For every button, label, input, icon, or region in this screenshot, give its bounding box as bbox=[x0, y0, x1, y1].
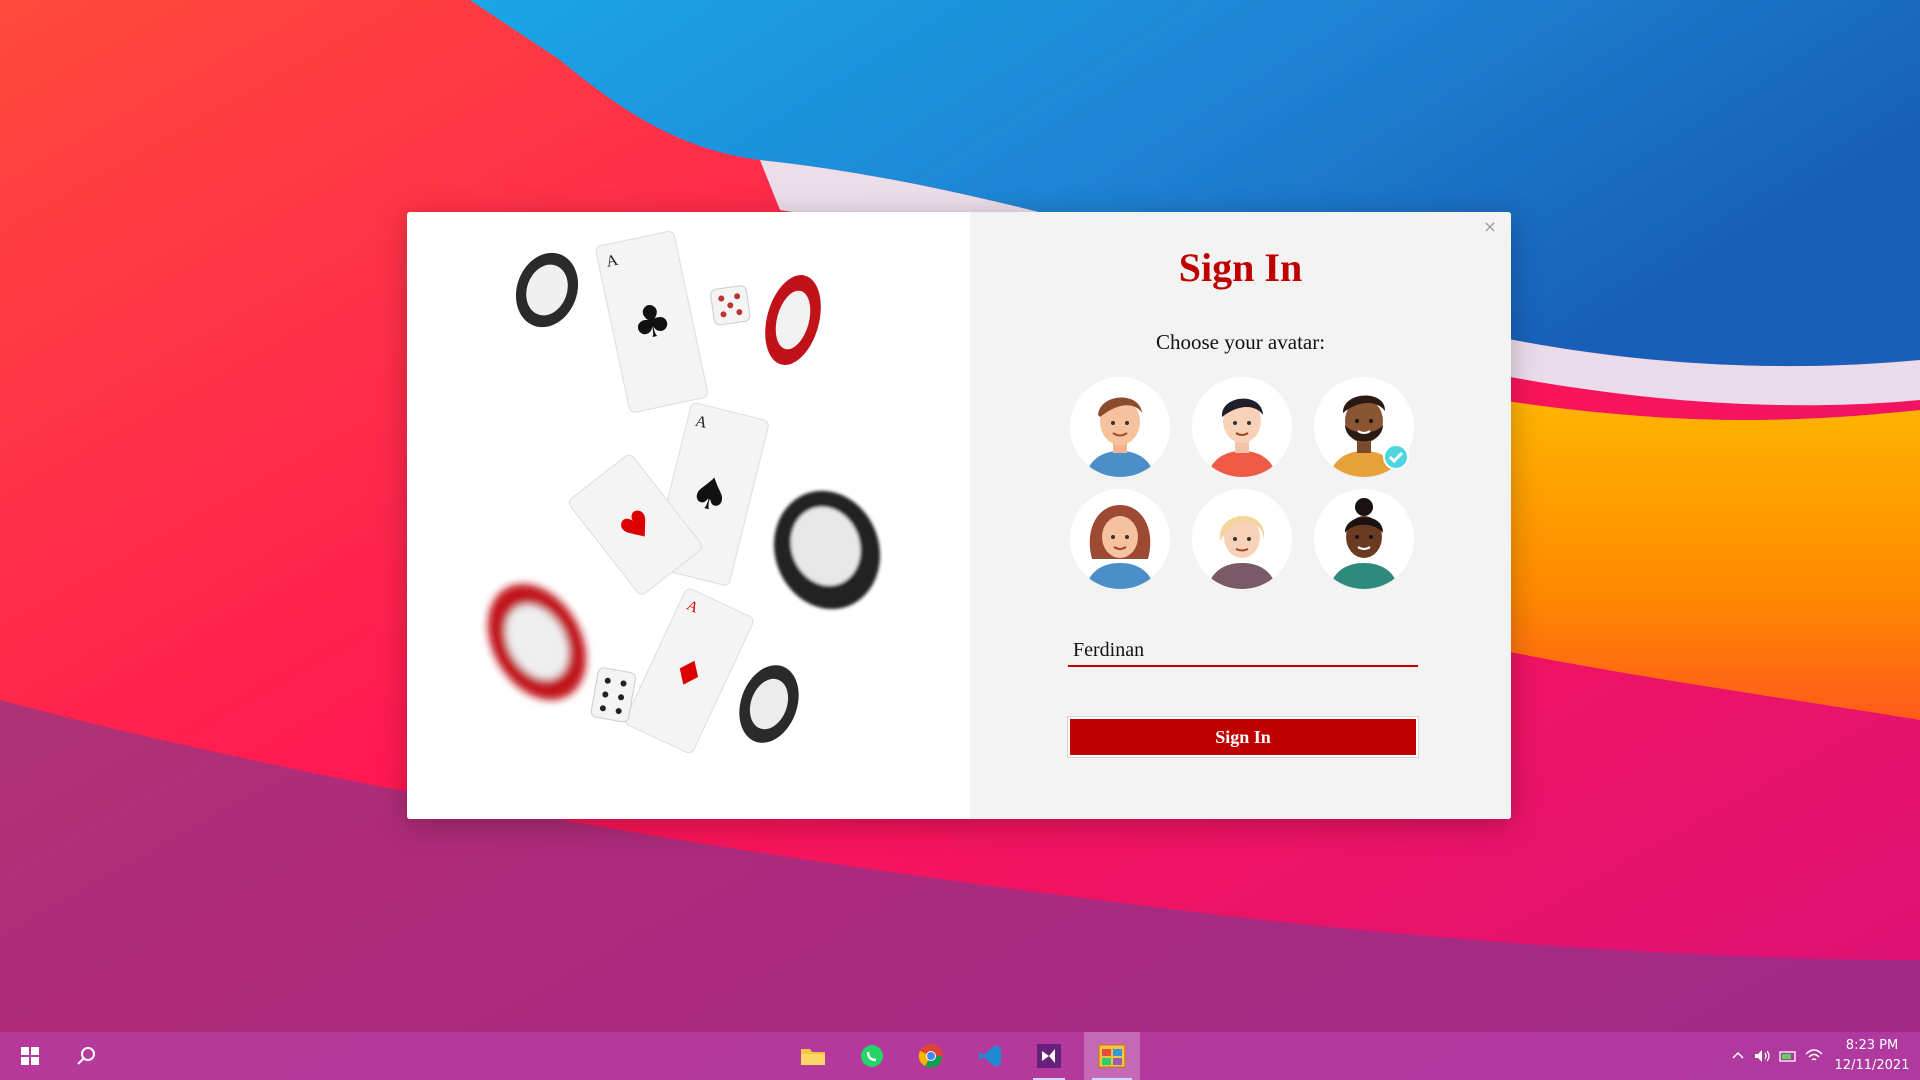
vscode-icon bbox=[979, 1045, 1001, 1067]
clock-time[interactable]: 8:23 PM bbox=[1830, 1038, 1914, 1053]
close-icon[interactable]: × bbox=[1481, 218, 1499, 236]
casino-illustration: A ♣ A ♠ ♥ A ♦ bbox=[487, 230, 880, 754]
taskbar-app-chrome[interactable] bbox=[907, 1032, 955, 1080]
avatar-woman-bun-hair[interactable] bbox=[1314, 489, 1414, 589]
avatar-man-beard[interactable] bbox=[1314, 377, 1414, 477]
avatar-prompt: Choose your avatar: bbox=[1155, 330, 1326, 354]
clock-date[interactable]: 12/11/2021 bbox=[1830, 1058, 1914, 1073]
red-chip-right bbox=[765, 275, 821, 365]
taskbar-app-file-explorer[interactable] bbox=[789, 1032, 837, 1080]
username-input[interactable] bbox=[1068, 635, 1418, 667]
taskbar-app-card-game[interactable] bbox=[1084, 1032, 1140, 1080]
sign-in-dialog: A ♣ A ♠ ♥ A ♦ × Sign In Choose your avat… bbox=[407, 212, 1511, 819]
avatar-man-black-hair[interactable] bbox=[1192, 377, 1292, 477]
dialog-title: Sign In bbox=[1178, 245, 1303, 290]
search-button[interactable] bbox=[62, 1032, 110, 1080]
taskbar-app-whatsapp[interactable] bbox=[848, 1032, 896, 1080]
folder-icon bbox=[801, 1049, 825, 1065]
black-chip-top bbox=[515, 252, 579, 328]
volume-icon[interactable] bbox=[1752, 1046, 1772, 1066]
sign-in-button[interactable]: Sign In bbox=[1067, 716, 1419, 758]
windows-icon bbox=[21, 1047, 39, 1065]
avatar-woman-curly-hair[interactable] bbox=[1070, 489, 1170, 589]
dice-bottom bbox=[590, 667, 636, 723]
chrome-icon bbox=[918, 1044, 943, 1068]
taskbar-app-visual-studio[interactable] bbox=[1025, 1032, 1073, 1080]
taskbar: 8:23 PM 12/11/2021 bbox=[0, 1032, 1920, 1080]
whatsapp-icon bbox=[861, 1045, 883, 1067]
casino-illustration-pane: A ♣ A ♠ ♥ A ♦ bbox=[407, 212, 970, 819]
black-chip-blurred bbox=[774, 490, 880, 610]
battery-icon[interactable] bbox=[1778, 1046, 1798, 1066]
taskbar-app-vscode[interactable] bbox=[966, 1032, 1014, 1080]
selected-check-icon bbox=[1383, 444, 1409, 470]
start-button[interactable] bbox=[6, 1032, 54, 1080]
avatar-woman-blonde-hair[interactable] bbox=[1192, 489, 1292, 589]
wifi-icon[interactable] bbox=[1804, 1046, 1824, 1066]
ace-of-clubs-card: A ♣ bbox=[595, 230, 708, 413]
dice-top bbox=[710, 285, 751, 326]
black-chip-bottom bbox=[739, 665, 799, 743]
ace-of-diamonds-card: A ♦ bbox=[625, 588, 754, 754]
red-chip-blurred bbox=[487, 583, 587, 701]
app-window-icon bbox=[1098, 1044, 1126, 1068]
sign-in-form-pane: × Sign In Choose your avatar: Ferdinan S… bbox=[970, 212, 1511, 819]
avatar-man-brown-hair[interactable] bbox=[1070, 377, 1170, 477]
show-hidden-icons-chevron-icon[interactable] bbox=[1728, 1046, 1748, 1066]
search-icon bbox=[77, 1047, 95, 1065]
visual-studio-icon bbox=[1037, 1044, 1061, 1068]
